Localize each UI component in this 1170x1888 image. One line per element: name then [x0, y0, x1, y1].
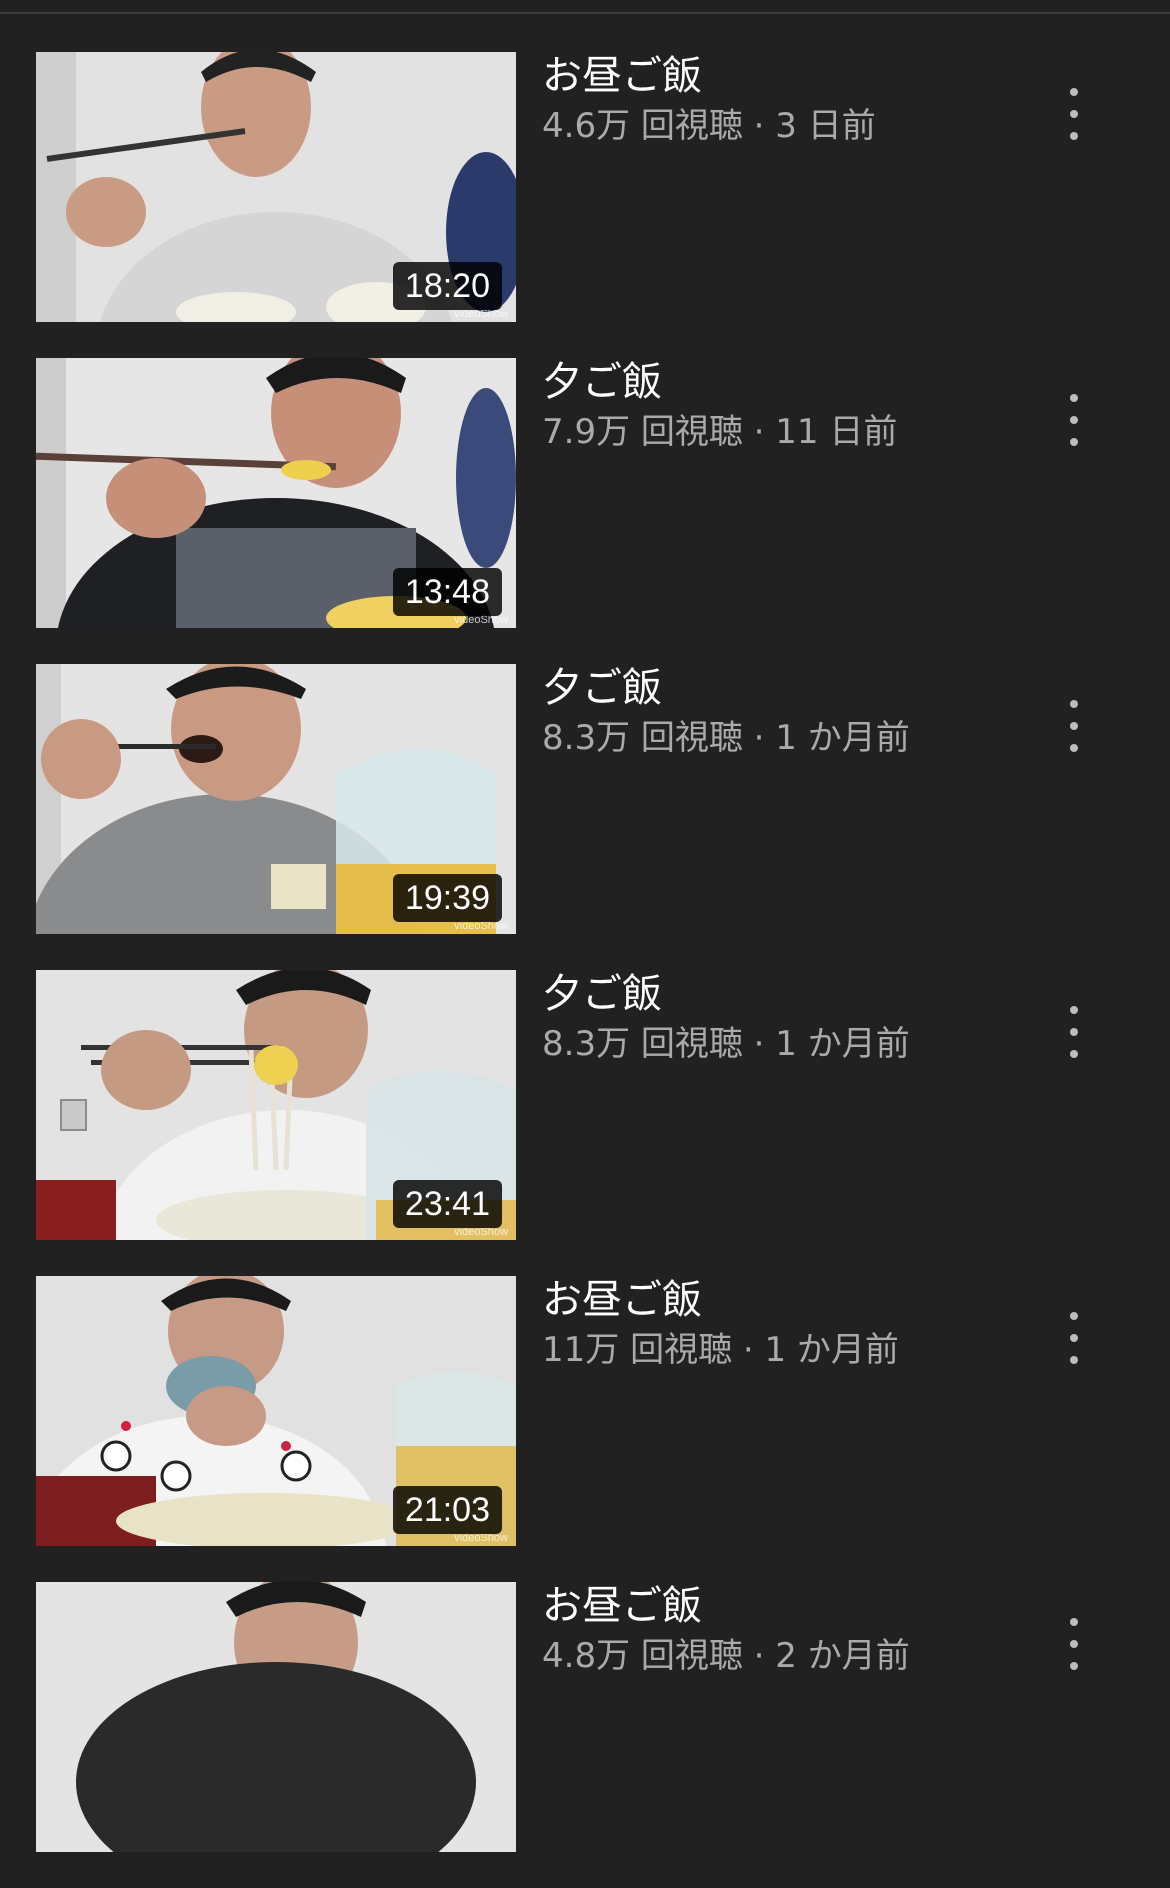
- video-thumbnail[interactable]: videoShow 18:20: [36, 52, 516, 322]
- vertical-ellipsis-icon: [1070, 744, 1078, 752]
- vertical-ellipsis-icon: [1070, 1006, 1078, 1014]
- video-stats: 11万 回視聴 · 1 か月前: [542, 1330, 899, 1370]
- top-divider: [0, 0, 1170, 14]
- video-thumbnail[interactable]: videoShow 23:41: [36, 970, 516, 1240]
- duration-badge: 18:20: [392, 262, 502, 310]
- thumbnail-image: [36, 1582, 516, 1852]
- video-title[interactable]: 夕ご飯: [542, 664, 1042, 712]
- video-stats: 4.6万 回視聴 · 3 日前: [542, 106, 876, 146]
- video-title[interactable]: 夕ご飯: [542, 358, 1042, 406]
- video-thumbnail[interactable]: videoShow 13:48: [36, 358, 516, 628]
- vertical-ellipsis-icon: [1070, 132, 1078, 140]
- vertical-ellipsis-icon: [1070, 394, 1078, 402]
- video-item[interactable]: videoShow 13:48 夕ご飯 7.9万 回視聴 · 11 日前: [0, 358, 1170, 664]
- video-item[interactable]: お昼ご飯 4.8万 回視聴 · 2 か月前: [0, 1582, 1170, 1888]
- duration-badge: 21:03: [392, 1486, 502, 1534]
- vertical-ellipsis-icon: [1070, 1312, 1078, 1320]
- vertical-ellipsis-icon: [1070, 1356, 1078, 1364]
- video-item[interactable]: videoShow 23:41 夕ご飯 8.3万 回視聴 · 1 か月前: [0, 970, 1170, 1276]
- video-thumbnail[interactable]: videoShow 21:03: [36, 1276, 516, 1546]
- duration-badge: 13:48: [392, 568, 502, 616]
- video-list: videoShow 18:20 お昼ご飯 4.6万 回視聴 · 3 日前 vid…: [0, 52, 1170, 1888]
- vertical-ellipsis-icon: [1070, 438, 1078, 446]
- vertical-ellipsis-icon: [1070, 1618, 1078, 1626]
- video-meta[interactable]: お昼ご飯 4.6万 回視聴 · 3 日前: [542, 52, 1042, 148]
- video-meta[interactable]: お昼ご飯 11万 回視聴 · 1 か月前: [542, 1276, 1042, 1372]
- video-title[interactable]: お昼ご飯: [542, 1582, 1042, 1630]
- more-options-button[interactable]: [1054, 1612, 1094, 1676]
- vertical-ellipsis-icon: [1070, 88, 1078, 96]
- video-stats: 4.8万 回視聴 · 2 か月前: [542, 1636, 910, 1676]
- vertical-ellipsis-icon: [1070, 700, 1078, 708]
- video-item[interactable]: videoShow 21:03 お昼ご飯 11万 回視聴 · 1 か月前: [0, 1276, 1170, 1582]
- video-title[interactable]: お昼ご飯: [542, 52, 1042, 100]
- vertical-ellipsis-icon: [1070, 1662, 1078, 1670]
- video-stats: 8.3万 回視聴 · 1 か月前: [542, 718, 910, 758]
- vertical-ellipsis-icon: [1070, 1640, 1078, 1648]
- video-meta[interactable]: 夕ご飯 8.3万 回視聴 · 1 か月前: [542, 970, 1042, 1066]
- more-options-button[interactable]: [1054, 1000, 1094, 1064]
- vertical-ellipsis-icon: [1070, 416, 1078, 424]
- video-title[interactable]: 夕ご飯: [542, 970, 1042, 1018]
- vertical-ellipsis-icon: [1070, 1334, 1078, 1342]
- video-meta[interactable]: お昼ご飯 4.8万 回視聴 · 2 か月前: [542, 1582, 1042, 1678]
- video-stats: 7.9万 回視聴 · 11 日前: [542, 412, 898, 452]
- more-options-button[interactable]: [1054, 388, 1094, 452]
- video-thumbnail[interactable]: videoShow 19:39: [36, 664, 516, 934]
- duration-badge: 23:41: [392, 1180, 502, 1228]
- video-item[interactable]: videoShow 19:39 夕ご飯 8.3万 回視聴 · 1 か月前: [0, 664, 1170, 970]
- video-thumbnail[interactable]: [36, 1582, 516, 1852]
- video-stats: 8.3万 回視聴 · 1 か月前: [542, 1024, 910, 1064]
- vertical-ellipsis-icon: [1070, 722, 1078, 730]
- vertical-ellipsis-icon: [1070, 110, 1078, 118]
- more-options-button[interactable]: [1054, 82, 1094, 146]
- video-meta[interactable]: 夕ご飯 8.3万 回視聴 · 1 か月前: [542, 664, 1042, 760]
- video-item[interactable]: videoShow 18:20 お昼ご飯 4.6万 回視聴 · 3 日前: [0, 52, 1170, 358]
- vertical-ellipsis-icon: [1070, 1028, 1078, 1036]
- video-title[interactable]: お昼ご飯: [542, 1276, 1042, 1324]
- more-options-button[interactable]: [1054, 694, 1094, 758]
- vertical-ellipsis-icon: [1070, 1050, 1078, 1058]
- duration-badge: 19:39: [392, 874, 502, 922]
- more-options-button[interactable]: [1054, 1306, 1094, 1370]
- video-meta[interactable]: 夕ご飯 7.9万 回視聴 · 11 日前: [542, 358, 1042, 454]
